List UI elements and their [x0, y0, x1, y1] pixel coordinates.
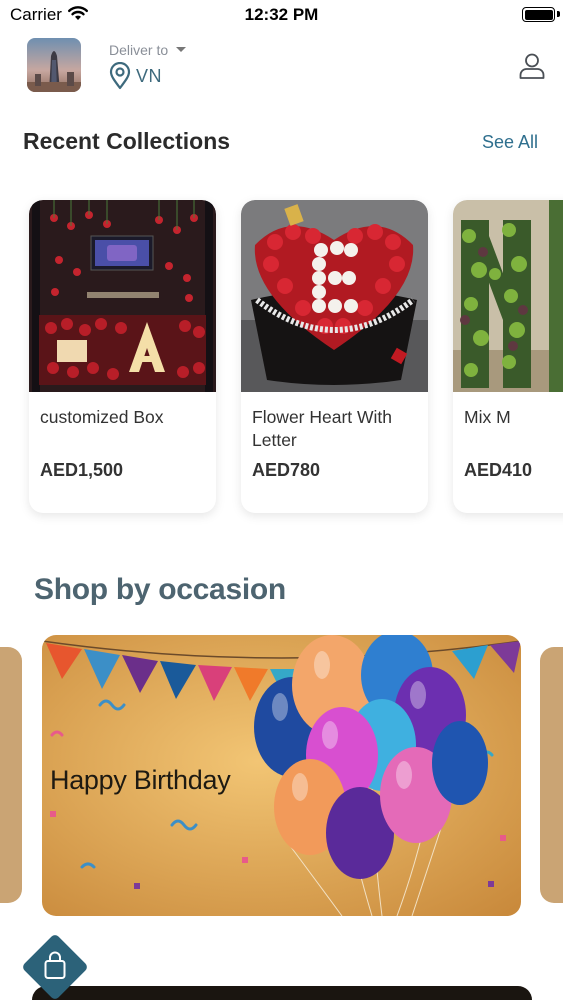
home-screen: Carrier 12:32 PM Deliver to VN Recent Co… [0, 0, 563, 1000]
chevron-down-icon[interactable] [176, 47, 186, 52]
deliver-to-label[interactable]: Deliver to [109, 42, 168, 58]
status-bar: Carrier 12:32 PM [0, 0, 563, 30]
user-profile-icon[interactable] [518, 52, 546, 85]
product-image [453, 200, 563, 392]
status-time: 12:32 PM [244, 5, 319, 24]
product-name: customized Box [40, 407, 164, 427]
product-name: Flower Heart With Letter [252, 407, 393, 450]
product-image [241, 200, 428, 392]
occasion-banner-label: Happy Birthday [50, 765, 231, 795]
battery-icon [522, 7, 555, 22]
location-pin-icon[interactable] [109, 61, 131, 95]
battery-tip [557, 11, 560, 17]
occasion-banner-next[interactable] [540, 647, 563, 903]
product-price: AED1,500 [40, 460, 124, 480]
product-name: Mix M [464, 407, 511, 427]
location-code[interactable]: VN [136, 66, 162, 87]
product-image [29, 200, 216, 392]
occasion-banner-prev[interactable] [0, 647, 22, 903]
next-section-banner[interactable] [32, 986, 532, 1000]
recent-collections-title: Recent Collections [23, 128, 231, 154]
product-price: AED410 [464, 460, 533, 480]
shop-by-occasion-title: Shop by occasion [34, 573, 286, 606]
see-all-link[interactable]: See All [482, 132, 538, 153]
product-price: AED780 [252, 460, 321, 480]
store-thumbnail[interactable] [27, 38, 81, 92]
product-card[interactable]: Flower Heart With Letter AED780 [241, 200, 428, 513]
cart-button[interactable] [21, 933, 89, 1000]
occasion-banner[interactable]: Happy Birthday [42, 635, 521, 916]
product-card[interactable]: Mix M AED410 [453, 200, 563, 513]
product-card[interactable]: customized Box AED1,500 [29, 200, 216, 513]
